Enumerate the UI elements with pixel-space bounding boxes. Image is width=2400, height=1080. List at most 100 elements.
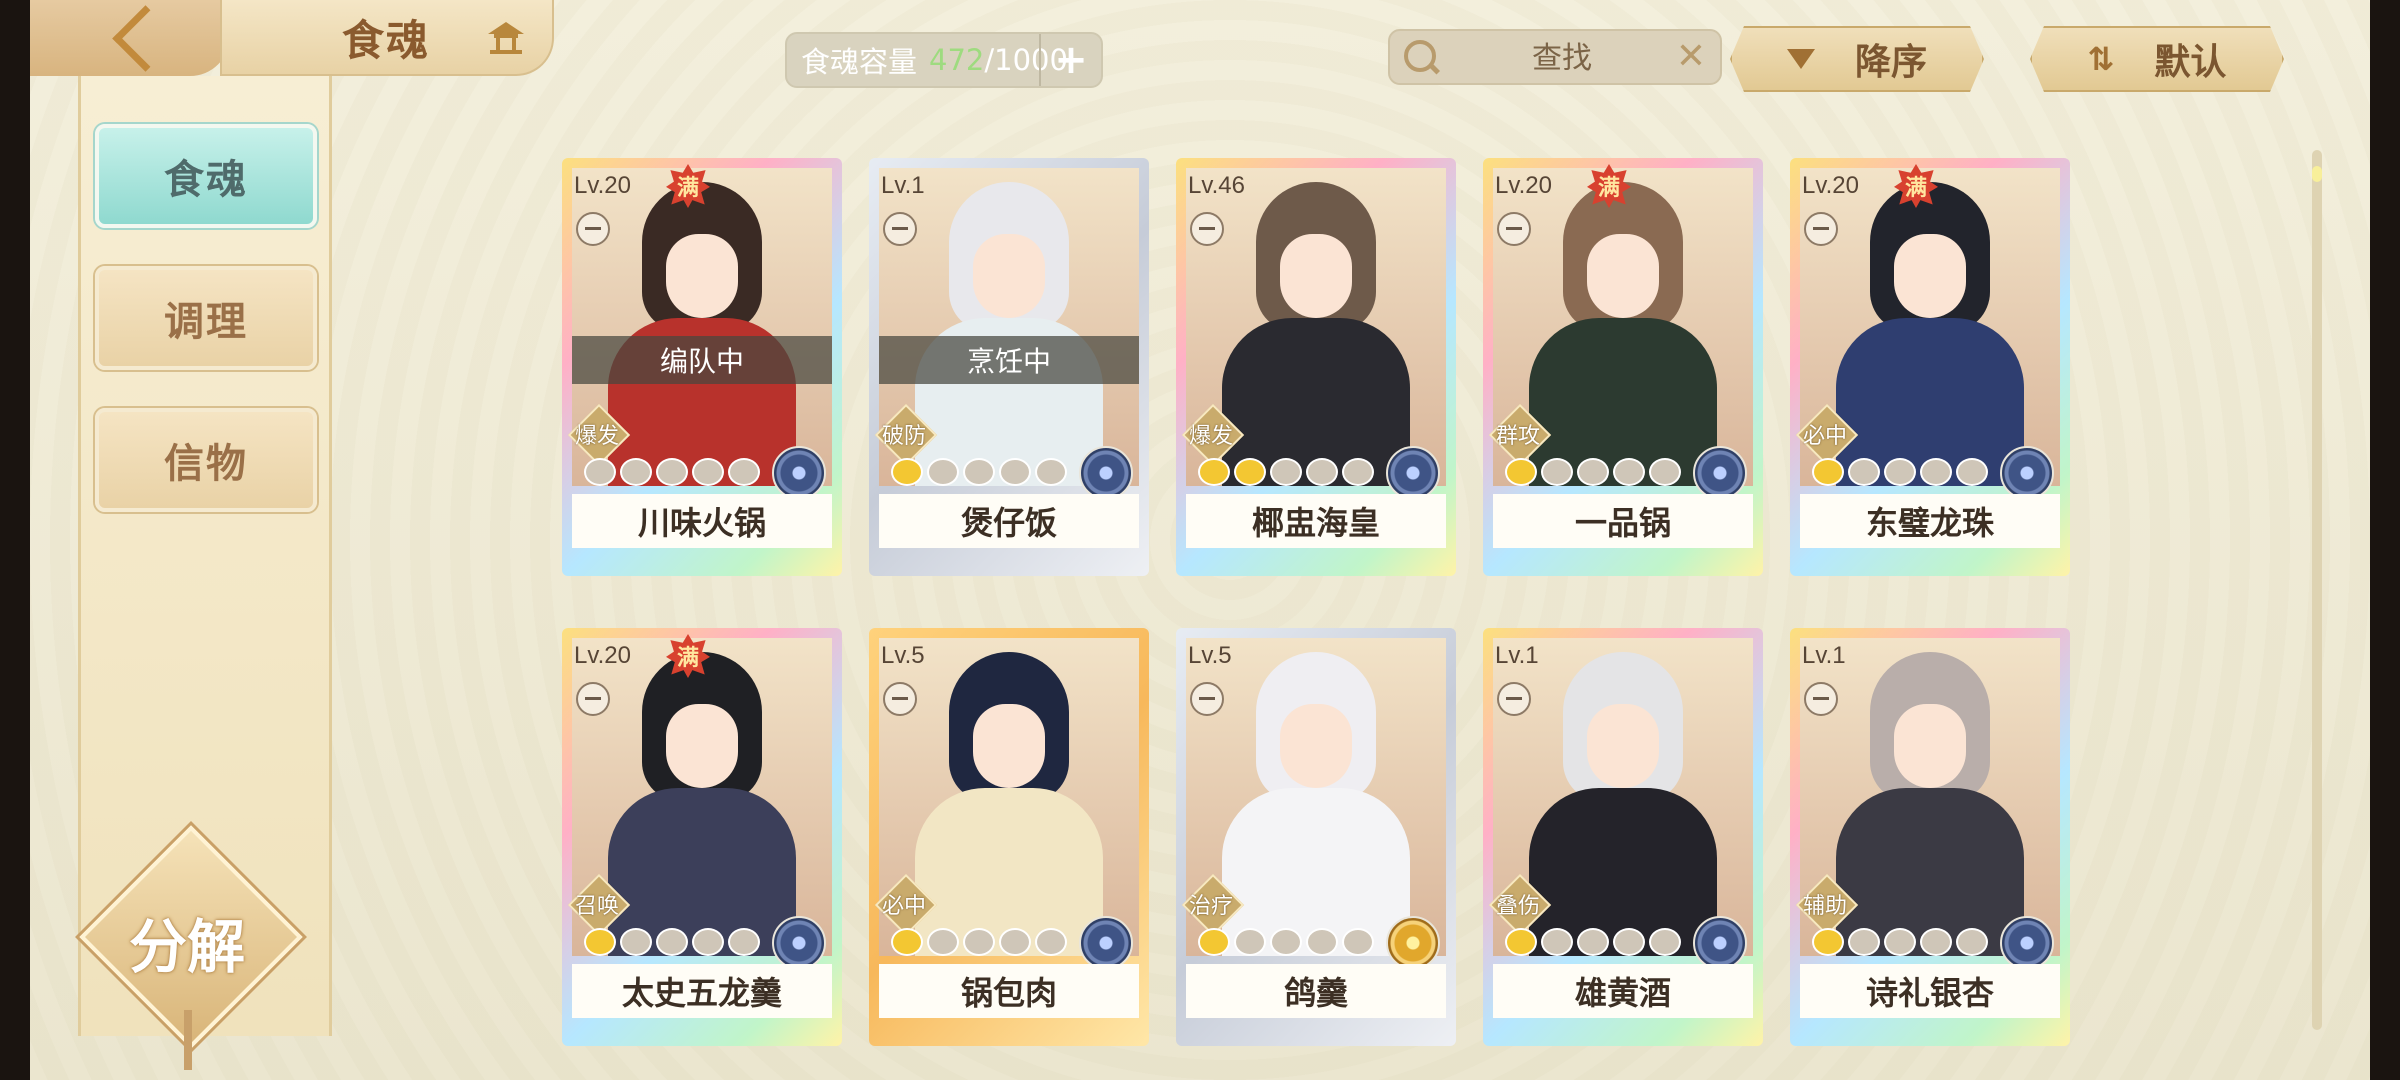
search-input[interactable] <box>1470 31 1654 85</box>
star-rating <box>1505 928 1681 956</box>
scrollbar[interactable] <box>2312 150 2322 1030</box>
card-name: 一品锅 <box>1493 494 1753 548</box>
portrait-face <box>973 704 1045 788</box>
card-level: Lv.1 <box>1495 642 1539 669</box>
star-rating <box>1505 458 1681 486</box>
portrait-face <box>1587 704 1659 788</box>
star-icon <box>1956 928 1988 956</box>
back-button[interactable] <box>30 0 230 76</box>
role-badge: 必中 <box>874 873 938 937</box>
lock-toggle-icon[interactable] <box>1804 682 1838 716</box>
star-rating <box>584 928 760 956</box>
lock-toggle-icon[interactable] <box>1190 682 1224 716</box>
role-badge: 破防 <box>874 403 938 467</box>
card-name: 诗礼银杏 <box>1800 964 2060 1018</box>
food-soul-card[interactable]: Lv.5 必中 锅包肉 <box>869 628 1149 1046</box>
star-icon <box>584 458 616 486</box>
role-label: 破防 <box>881 424 926 449</box>
card-name: 椰盅海皇 <box>1186 494 1446 548</box>
card-status: 编队中 <box>572 336 832 384</box>
sidebar-item-food-souls[interactable]: 食魂 <box>95 124 317 228</box>
portrait-face <box>1280 234 1352 318</box>
star-icon <box>1306 928 1338 956</box>
card-level: Lv.1 <box>881 172 925 199</box>
lock-toggle-icon[interactable] <box>1497 212 1531 246</box>
decompose-label[interactable]: 分解 <box>106 900 268 984</box>
star-icon <box>1306 458 1338 486</box>
game-screen: 食魂 食魂容量 472 /1000 + ✕ 降序 ⇅ 默认 食魂 调理 信物 <box>30 0 2370 1080</box>
card-level: Lv.20 <box>574 172 631 199</box>
role-badge: 辅助 <box>1795 873 1859 937</box>
scrollbar-thumb[interactable] <box>2312 166 2322 182</box>
role-label: 治疗 <box>1188 894 1233 919</box>
star-rating <box>584 458 760 486</box>
sidebar-item-conditioning[interactable]: 调理 <box>95 266 317 370</box>
role-badge: 群攻 <box>1488 403 1552 467</box>
star-icon <box>1234 928 1266 956</box>
lock-toggle-icon[interactable] <box>1190 212 1224 246</box>
role-badge: 爆发 <box>1181 403 1245 467</box>
clear-icon[interactable]: ✕ <box>1676 39 1706 75</box>
lock-toggle-icon[interactable] <box>576 212 610 246</box>
sort-mode-button[interactable]: ⇅ 默认 <box>2030 26 2284 92</box>
lock-toggle-icon[interactable] <box>1804 212 1838 246</box>
swap-arrows-icon: ⇅ <box>2087 40 2115 78</box>
star-icon <box>584 928 616 956</box>
star-icon <box>1848 928 1880 956</box>
role-label: 群攻 <box>1495 424 1540 449</box>
role-label: 爆发 <box>574 424 619 449</box>
add-capacity-button[interactable]: + <box>1039 34 1101 86</box>
food-soul-card[interactable]: Lv.20 满群攻 一品锅 <box>1483 158 1763 576</box>
sort-mode-label: 默认 <box>2154 42 2227 83</box>
pavilion-home-icon[interactable] <box>486 20 526 56</box>
star-icon <box>656 458 688 486</box>
portrait-face <box>666 234 738 318</box>
food-soul-card[interactable]: Lv.1 辅助诗礼银杏 <box>1790 628 2070 1046</box>
lock-toggle-icon[interactable] <box>1497 682 1531 716</box>
card-level: Lv.1 <box>1802 642 1846 669</box>
card-name: 雄黄酒 <box>1493 964 1753 1018</box>
sidebar-item-tokens[interactable]: 信物 <box>95 408 317 512</box>
lock-toggle-icon[interactable] <box>883 682 917 716</box>
food-soul-card[interactable]: Lv.1 叠伤 雄黄酒 <box>1483 628 1763 1046</box>
sort-order-button[interactable]: 降序 <box>1730 26 1984 92</box>
star-icon <box>1505 458 1537 486</box>
food-soul-card[interactable]: Lv.46 爆发椰盅海皇 <box>1176 158 1456 576</box>
star-rating <box>891 928 1067 956</box>
food-soul-card[interactable]: Lv.20 满召唤 太史五龙羹 <box>562 628 842 1046</box>
star-icon <box>1956 458 1988 486</box>
card-level: Lv.5 <box>881 642 925 669</box>
star-icon <box>1541 458 1573 486</box>
star-icon <box>927 458 959 486</box>
food-soul-card[interactable]: Lv.20 满编队中 爆发 川味火锅 <box>562 158 842 576</box>
capacity-current: 472 <box>929 43 985 77</box>
element-flower-icon <box>2000 446 2054 500</box>
star-icon <box>692 928 724 956</box>
star-icon <box>1035 458 1067 486</box>
star-icon <box>1270 928 1302 956</box>
star-rating <box>891 458 1067 486</box>
element-flower-icon <box>1693 916 1747 970</box>
card-grid: Lv.20 满编队中 爆发 川味火锅 Lv.1 烹饪中 破防 煲仔饭 Lv.46 爆发 椰盅海皇 Lv… <box>562 158 2122 1046</box>
back-arrow-icon <box>111 4 179 72</box>
food-soul-card[interactable]: Lv.5 治疗 鸽羹 <box>1176 628 1456 1046</box>
star-icon <box>1920 928 1952 956</box>
food-soul-card[interactable]: Lv.20 满必中 东璧龙珠 <box>1790 158 2070 576</box>
role-label: 辅助 <box>1802 894 1847 919</box>
food-soul-card[interactable]: Lv.1 烹饪中 破防 煲仔饭 <box>869 158 1149 576</box>
star-icon <box>999 928 1031 956</box>
card-level: Lv.46 <box>1188 172 1245 199</box>
capacity-display: 食魂容量 472 /1000 + <box>785 32 1103 88</box>
star-icon <box>1577 928 1609 956</box>
role-label: 必中 <box>881 894 926 919</box>
star-icon <box>1198 928 1230 956</box>
lock-toggle-icon[interactable] <box>576 682 610 716</box>
lock-toggle-icon[interactable] <box>883 212 917 246</box>
card-level: Lv.20 <box>1495 172 1552 199</box>
card-name: 东璧龙珠 <box>1800 494 2060 548</box>
star-icon <box>728 928 760 956</box>
page-title: 食魂 <box>342 15 431 65</box>
element-flower-icon <box>772 446 826 500</box>
capacity-label: 食魂容量 <box>801 45 918 79</box>
star-rating <box>1198 928 1374 956</box>
